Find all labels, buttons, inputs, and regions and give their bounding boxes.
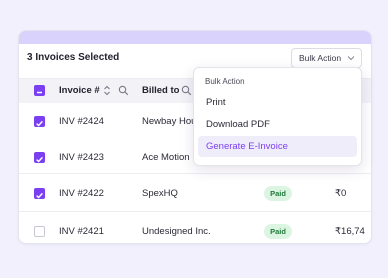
bulk-action-select[interactable]: Bulk Action [291, 48, 362, 68]
bulk-action-label: Bulk Action [299, 53, 342, 63]
sort-icon[interactable] [103, 84, 111, 97]
check-icon [36, 192, 43, 199]
check-icon [36, 156, 43, 163]
bulk-action-menu: Bulk Action Print Download PDF Generate … [193, 67, 362, 166]
search-icon[interactable] [181, 85, 192, 96]
amount: ₹0 [335, 188, 347, 199]
row-checkbox[interactable] [34, 226, 45, 237]
row-checkbox[interactable] [34, 188, 45, 199]
billed-to-column-header: Billed to [142, 85, 180, 96]
card-accent-bar [19, 31, 371, 44]
chevron-down-icon [347, 56, 355, 61]
status-badge: Paid [264, 224, 292, 239]
menu-item-print[interactable]: Print [198, 92, 357, 113]
invoice-number: INV #2422 [59, 188, 104, 199]
billed-to: Newbay Hou [142, 116, 197, 127]
select-all-checkbox[interactable] [34, 85, 45, 96]
billed-to: Ace Motion : [142, 152, 195, 163]
invoice-column-header: Invoice # [59, 85, 100, 96]
menu-header: Bulk Action [205, 77, 245, 86]
search-icon[interactable] [118, 85, 129, 96]
invoice-number: INV #2423 [59, 152, 104, 163]
billed-to: SpexHQ [142, 188, 178, 199]
table-row[interactable]: INV #2422 SpexHQ Paid ₹0 [19, 174, 371, 212]
billed-to: Undesigned Inc. [142, 226, 211, 237]
invoice-number: INV #2421 [59, 226, 104, 237]
menu-item-download-pdf[interactable]: Download PDF [198, 114, 357, 135]
row-checkbox[interactable] [34, 116, 45, 127]
selection-count-label: 3 Invoices Selected [27, 52, 120, 63]
minus-icon [37, 91, 42, 94]
table-row[interactable]: INV #2421 Undesigned Inc. Paid ₹16,74 [19, 212, 371, 243]
status-badge: Paid [264, 186, 292, 201]
menu-item-generate-e-invoice[interactable]: Generate E-Invoice [198, 136, 357, 157]
row-checkbox[interactable] [34, 152, 45, 163]
check-icon [36, 120, 43, 127]
invoice-number: INV #2424 [59, 116, 104, 127]
amount: ₹16,74 [335, 226, 365, 237]
